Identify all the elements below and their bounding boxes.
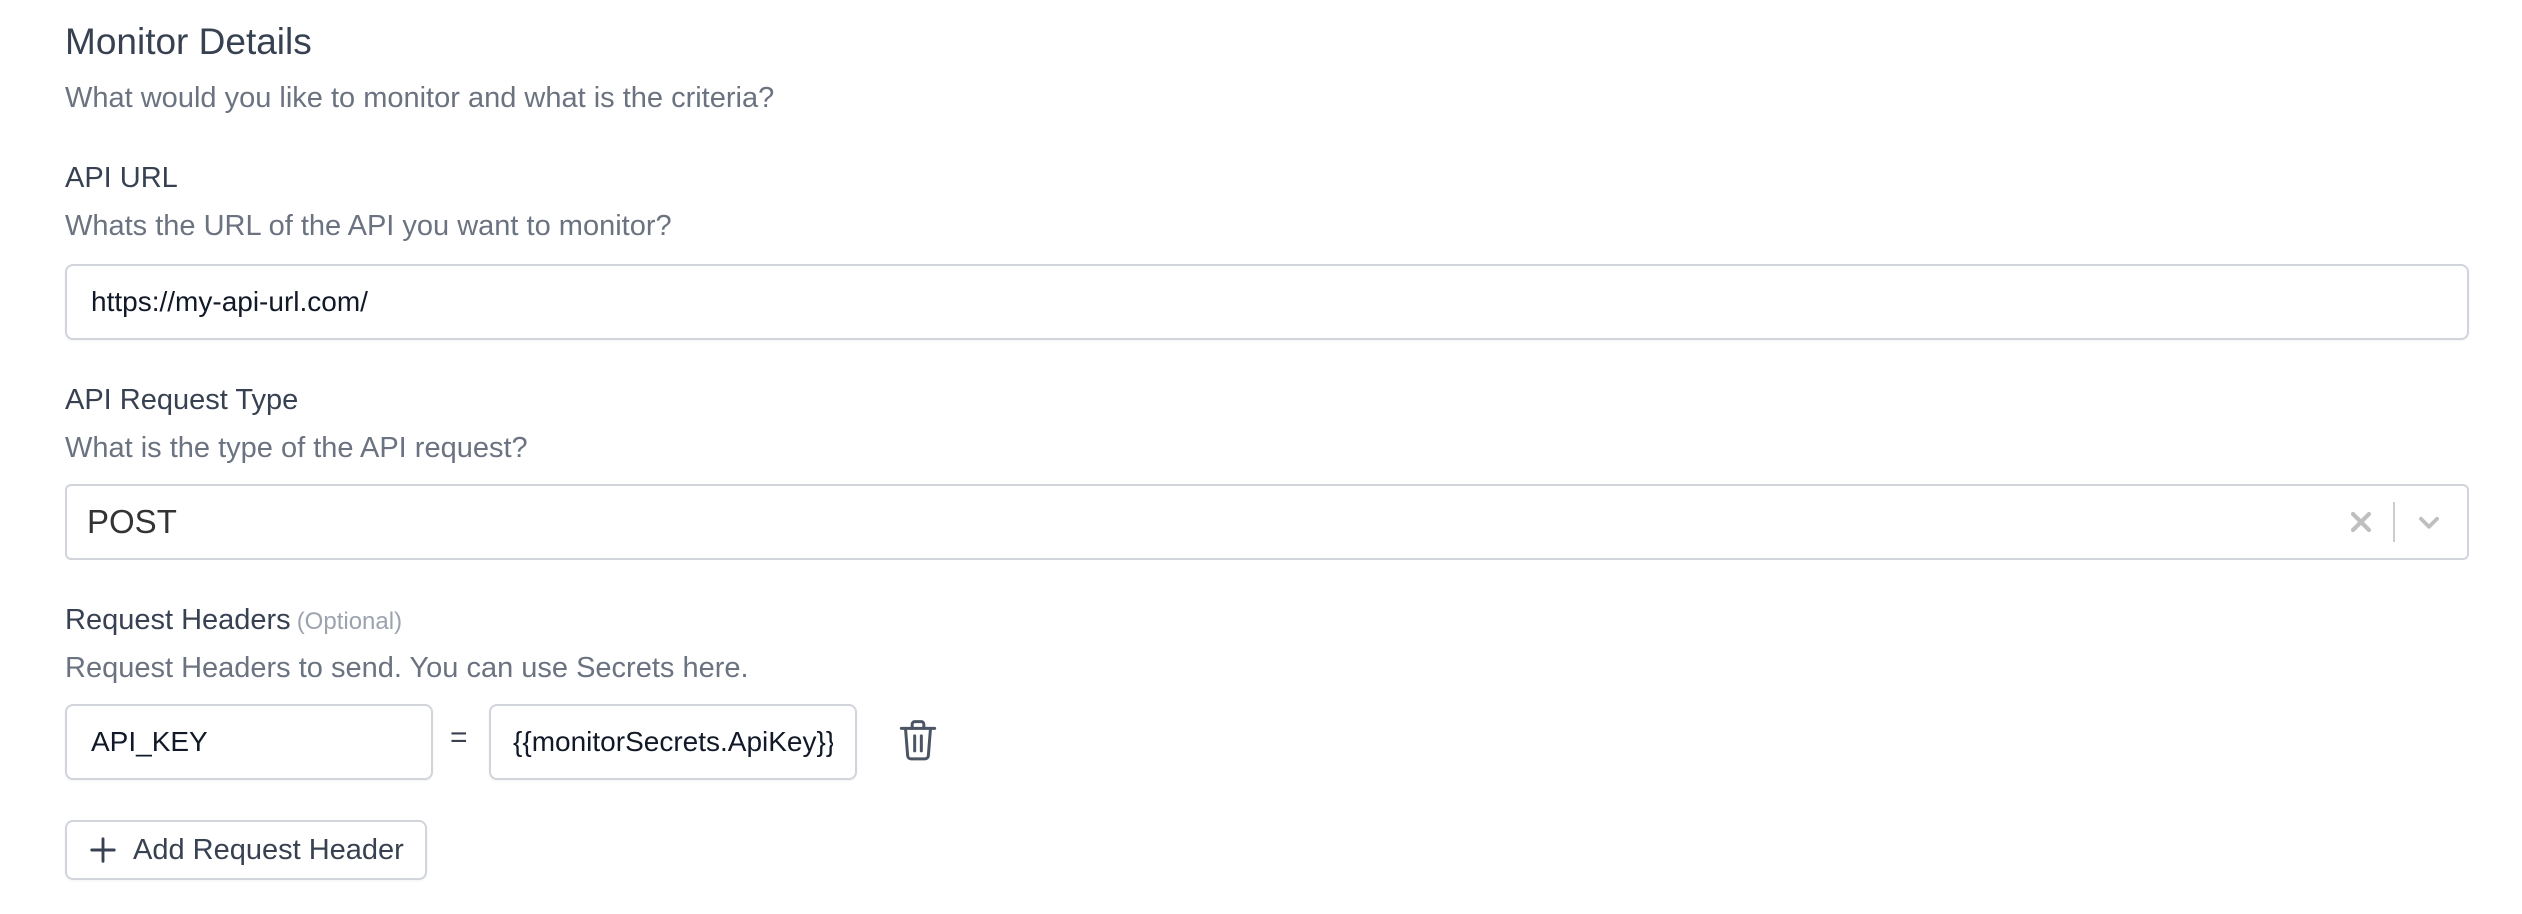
request-type-select[interactable]: POST	[65, 484, 2469, 560]
plus-icon	[90, 837, 116, 863]
add-request-header-button[interactable]: Add Request Header	[65, 820, 427, 880]
api-url-input[interactable]	[65, 264, 2469, 340]
header-equals-sign: =	[450, 721, 468, 754]
trash-icon[interactable]	[898, 718, 938, 762]
request-type-label: API Request Type	[65, 384, 299, 416]
select-separator	[2393, 502, 2395, 542]
optional-tag: (Optional)	[296, 608, 403, 635]
add-request-header-label: Add Request Header	[133, 833, 404, 866]
section-title: Monitor Details	[65, 21, 312, 62]
api-url-label: API URL	[65, 162, 178, 194]
monitor-details-form: Monitor Details What would you like to m…	[0, 0, 2522, 914]
request-type-description: What is the type of the API request?	[65, 432, 528, 464]
header-key-input[interactable]	[65, 704, 433, 780]
section-description: What would you like to monitor and what …	[65, 82, 775, 114]
api-url-description: Whats the URL of the API you want to mon…	[65, 210, 672, 242]
chevron-down-icon[interactable]	[2413, 506, 2445, 538]
request-headers-description: Request Headers to send. You can use Sec…	[65, 652, 749, 684]
request-type-selected-value: POST	[87, 503, 177, 540]
request-headers-label: Request Headers (Optional)	[65, 600, 402, 642]
request-headers-label-text: Request Headers	[65, 604, 291, 636]
close-icon[interactable]	[2345, 506, 2377, 538]
header-value-input[interactable]	[489, 704, 857, 780]
